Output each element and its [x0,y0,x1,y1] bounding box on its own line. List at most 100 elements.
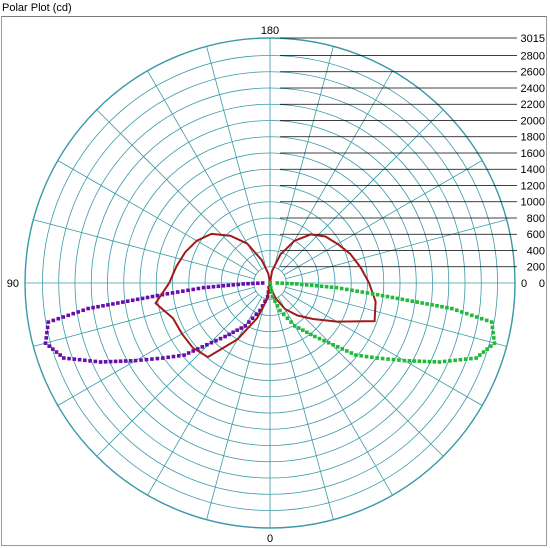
series-purple-point [175,290,180,294]
series-green-point [458,357,463,362]
radial-tick-label: 200 [527,262,545,274]
series-green-point [474,315,479,319]
angle-label-bottom: 0 [267,533,273,545]
series-green-point [360,290,365,294]
series-green-point [481,350,486,354]
series-green-point [489,320,494,324]
series-purple-point [76,310,80,314]
series-green-point [268,285,273,290]
series-green-point [355,289,359,293]
series-purple-point [165,291,170,296]
series-green-point [425,302,429,306]
series-green-point [317,336,322,341]
series-purple-point [125,299,130,303]
series-green-point [365,291,370,295]
series-purple-point [231,330,235,335]
series-purple-point [67,356,71,361]
series-green-point [290,281,294,286]
series-purple-point [46,320,51,324]
series-purple-point [91,305,95,310]
series-green-point [453,358,457,363]
radial-tick-label: 2800 [521,50,545,62]
angle-label-top: 180 [261,25,279,37]
series-purple-point [161,356,165,360]
series-purple-point [128,359,133,363]
series-green-point [410,299,415,303]
radial-tick-label: 1800 [521,132,545,144]
series-green-point [397,358,401,362]
series-purple-point [211,284,216,289]
series-green-point [370,291,375,296]
series-purple-point [236,282,241,287]
series-green-point [349,351,354,355]
series-green-point [297,326,301,330]
series-purple-point [226,283,231,288]
series-green-point [301,328,305,332]
series-green-point [385,294,390,299]
radial-tick-label: 3015 [521,33,545,45]
series-green-point [375,356,379,360]
series-purple-point [62,356,66,360]
series-green-point [412,359,417,363]
series-purple-point [83,358,87,363]
series-purple-point [171,354,176,359]
radial-tick-label: 600 [527,229,545,241]
series-purple-point [56,316,61,321]
radial-tick-label: 2200 [521,99,545,111]
grid-spoke [96,109,259,272]
series-green-point [292,324,297,328]
series-green-point [280,281,284,286]
series-green-point [275,304,280,308]
series-purple-point [130,298,135,303]
series-green-point [407,359,412,363]
series-green-point [422,359,427,364]
series-green-point [469,356,473,361]
series-purple-point [54,350,59,354]
series-green-point [324,284,329,289]
series-purple-point [145,295,150,300]
series-green-point [464,311,469,316]
series-green-point [427,359,432,364]
series-green-point [364,354,369,359]
series-purple-point [223,334,227,339]
series-purple-point [86,306,90,311]
series-purple-point [108,359,113,364]
radial-tick-label: 1600 [521,148,545,160]
series-green-point [270,294,275,299]
series-purple-point [150,357,154,361]
series-purple-point [239,326,243,330]
series-green-point [331,342,335,347]
series-green-point [278,308,282,313]
series-green-point [430,303,434,307]
series-green-point [285,281,289,286]
grid-spoke [281,294,444,457]
series-green-point [400,297,405,302]
series-green-point [437,360,442,364]
series-purple-point [218,336,223,341]
series-purple-point [106,303,110,307]
series-green-point [380,356,385,361]
series-green-point [390,295,395,300]
series-green-point [319,284,324,289]
series-purple-point [250,316,255,321]
series-green-point [484,318,489,323]
series-purple-point [96,304,100,309]
series-green-point [275,281,280,285]
series-purple-point [139,358,143,362]
series-purple-point [246,281,250,286]
series-green-point [491,336,496,340]
series-purple-point [77,357,82,362]
series-green-point [285,316,290,321]
series-purple-point [140,296,145,301]
series-purple-point [182,353,186,357]
series-purple-point [251,281,255,286]
series-purple-point [93,359,98,364]
series-green-point [491,330,495,335]
series-purple-point [45,330,49,335]
series-green-point [395,296,400,301]
series-green-point [474,356,478,360]
series-purple-point [51,318,56,323]
series-green-point [309,283,314,288]
series-green-point [442,359,447,364]
series-green-point [281,312,286,317]
